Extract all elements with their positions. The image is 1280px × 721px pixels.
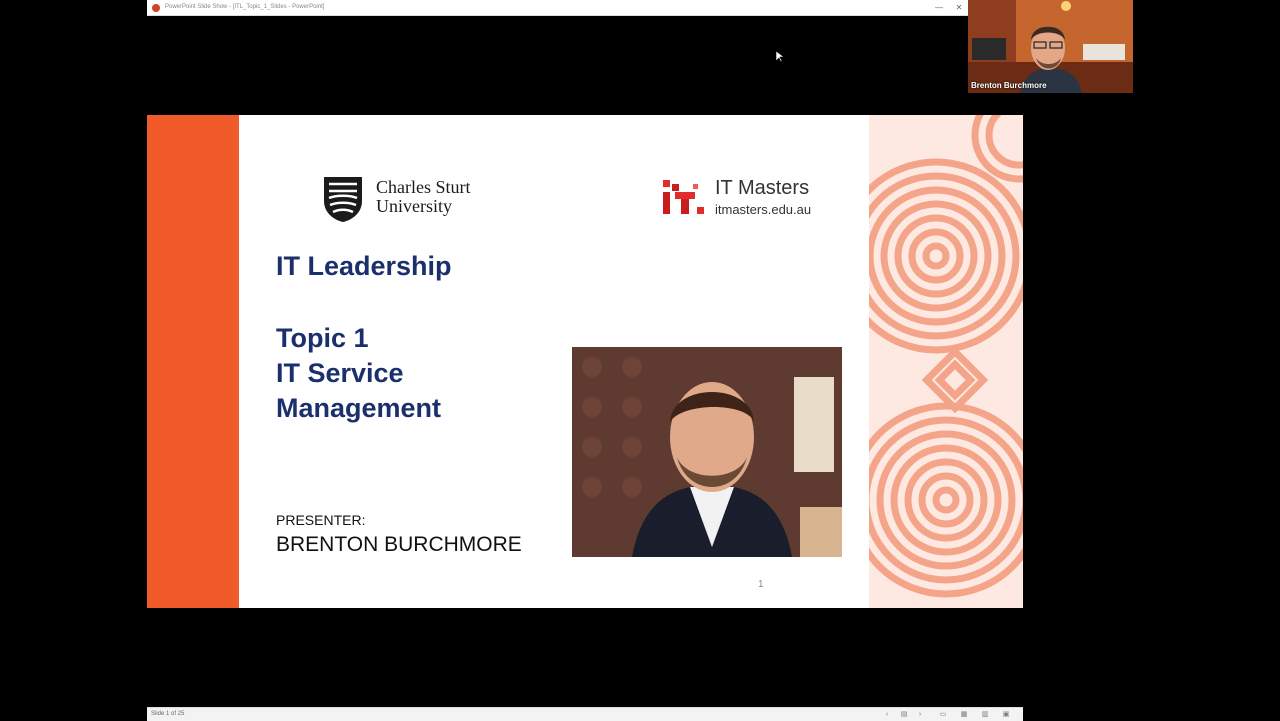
topic-line-2: IT Service	[276, 358, 404, 388]
slide-title: IT Leadership	[276, 251, 452, 281]
participant-name: Brenton Burchmore	[971, 81, 1047, 90]
close-button[interactable]: ✕	[953, 0, 965, 15]
status-bar: Slide 1 of 25 ‹ ▤ › ▭ ▦ ▥ ▣	[147, 707, 1023, 721]
csu-shield-logo	[322, 175, 364, 228]
it-masters-title: IT Masters	[715, 177, 810, 199]
topic-line-3: Management	[276, 393, 442, 423]
minimize-button[interactable]: —	[933, 0, 945, 15]
slideshow-window: PowerPoint Slide Show - [ITL_Topic_1_Sli…	[147, 0, 1023, 721]
prev-icon[interactable]: ‹	[881, 708, 893, 721]
normal-view-icon[interactable]: ▭	[937, 708, 949, 721]
presenter-photo	[572, 347, 842, 557]
presenter-label: PRESENTER:	[276, 512, 366, 528]
slide-number: 1	[758, 579, 764, 590]
topic-line-1: Topic 1	[276, 323, 369, 353]
window-title: PowerPoint Slide Show - [ITL_Topic_1_Sli…	[165, 4, 325, 10]
reading-view-icon[interactable]: ▥	[979, 708, 991, 721]
csu-logo-line2: University	[376, 196, 452, 216]
slideshow-icon[interactable]: ▣	[1000, 708, 1012, 721]
orange-accent-bar	[147, 115, 239, 608]
it-masters-logo	[663, 180, 707, 221]
next-icon[interactable]: ›	[914, 708, 926, 721]
mouse-cursor-icon	[775, 50, 785, 68]
slide-count: Slide 1 of 25	[151, 711, 185, 717]
presenter-name: BRENTON BURCHMORE	[276, 533, 522, 556]
participant-video-tile[interactable]: Brenton Burchmore	[968, 0, 1133, 93]
powerpoint-icon	[152, 4, 160, 12]
it-masters-url: itmasters.edu.au	[715, 202, 812, 217]
slide-menu-icon[interactable]: ▤	[898, 708, 910, 721]
concentric-pattern	[869, 115, 1023, 608]
topic-heading: Topic 1 IT Service Management	[276, 321, 441, 426]
title-bar: PowerPoint Slide Show - [ITL_Topic_1_Sli…	[147, 0, 969, 16]
slide-canvas[interactable]: Charles Sturt University IT Masters itma…	[147, 115, 1023, 608]
slide-sorter-icon[interactable]: ▦	[958, 708, 970, 721]
csu-logo-text: Charles Sturt University	[376, 178, 471, 216]
csu-logo-line1: Charles Sturt	[376, 177, 471, 197]
